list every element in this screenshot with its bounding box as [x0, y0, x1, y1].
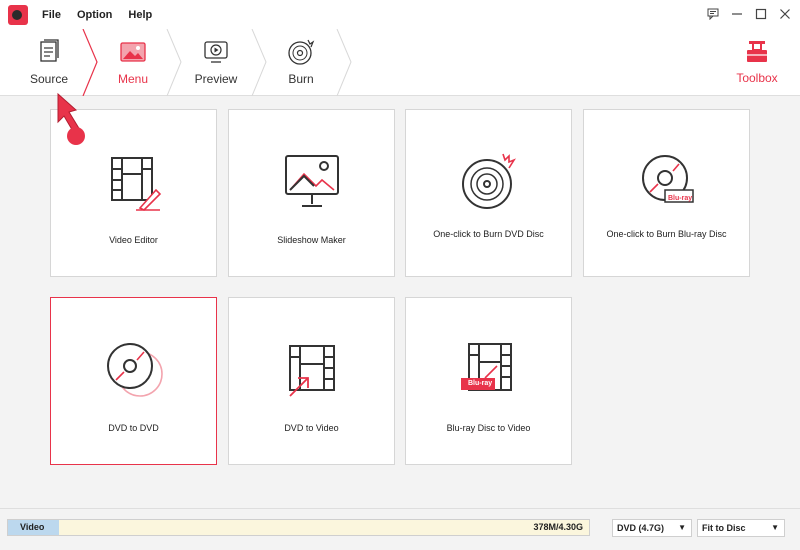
tile-label: One-click to Burn DVD Disc	[433, 229, 544, 239]
tile-label: Slideshow Maker	[277, 235, 346, 245]
tile-burn-bluray[interactable]: Blu-ray One-click to Burn Blu-ray Disc	[583, 109, 750, 277]
capacity-bar: Video 378M/4.30G	[7, 519, 590, 536]
step-burn[interactable]: Burn	[268, 29, 334, 96]
tile-label: One-click to Burn Blu-ray Disc	[606, 229, 727, 239]
bluray-to-video-icon	[460, 343, 512, 391]
status-bar: Video 378M/4.30G DVD (4.7G) ▼ Fit to Dis…	[0, 508, 800, 550]
step-burn-label: Burn	[288, 72, 314, 86]
fit-mode-value: Fit to Disc	[702, 523, 746, 533]
step-menu-label: Menu	[117, 72, 149, 86]
slideshow-icon	[284, 155, 339, 207]
step-source-label: Source	[29, 72, 69, 86]
menu-help[interactable]: Help	[128, 9, 152, 21]
disc-type-select[interactable]: DVD (4.7G) ▼	[612, 519, 692, 537]
burn-disc-icon	[288, 39, 315, 65]
toolbox-label: Toolbox	[736, 71, 778, 85]
capacity-label: Video	[20, 522, 45, 532]
bluray-badge: Blu-ray	[668, 195, 693, 202]
tile-burn-dvd[interactable]: One-click to Burn DVD Disc	[405, 109, 572, 277]
tile-dvd-to-video[interactable]: DVD to Video	[228, 297, 395, 465]
preview-icon	[204, 41, 228, 63]
document-icon	[40, 39, 59, 62]
chevron-down-icon: ▼	[771, 523, 779, 532]
burn-bluray-disc-icon	[641, 155, 694, 203]
maximize-icon[interactable]	[754, 7, 768, 21]
tile-dvd-to-dvd[interactable]: DVD to DVD	[50, 297, 217, 465]
window-controls	[706, 7, 792, 21]
step-preview-label: Preview	[194, 72, 238, 86]
capacity-used: 378M/4.30G	[533, 522, 583, 532]
step-menu[interactable]: Menu	[100, 29, 166, 96]
tile-bluray-to-video[interactable]: Blu-ray Blu-ray Disc to Video	[405, 297, 572, 465]
dvd-to-dvd-icon	[106, 343, 163, 397]
step-source[interactable]: Source	[14, 29, 84, 96]
video-editor-icon	[110, 157, 161, 211]
dvd-to-video-icon	[288, 345, 335, 397]
menu-file[interactable]: File	[42, 9, 61, 21]
burn-dvd-disc-icon	[461, 153, 516, 209]
chevron-down-icon: ▼	[678, 523, 686, 532]
tile-label: DVD to Video	[284, 423, 339, 433]
menu-template-icon	[120, 42, 146, 62]
fit-mode-select[interactable]: Fit to Disc ▼	[697, 519, 785, 537]
pointer-cursor-icon	[57, 92, 85, 145]
step-toolbar: Source Menu Preview Burn Toolbox	[0, 29, 800, 96]
tile-label: DVD to DVD	[108, 423, 159, 433]
feedback-icon[interactable]	[706, 7, 720, 21]
toolbox-icon	[747, 41, 767, 62]
title-bar: File Option Help	[0, 0, 800, 29]
tile-label: Video Editor	[109, 235, 158, 245]
toolbox-button[interactable]: Toolbox	[732, 29, 782, 96]
tile-slideshow-maker[interactable]: Slideshow Maker	[228, 109, 395, 277]
bluray-badge: Blu-ray	[468, 380, 493, 387]
app-logo	[8, 4, 28, 25]
disc-type-value: DVD (4.7G)	[617, 523, 665, 533]
step-preview[interactable]: Preview	[183, 29, 249, 96]
minimize-icon[interactable]	[730, 7, 744, 21]
tile-label: Blu-ray Disc to Video	[446, 423, 531, 433]
menu-option[interactable]: Option	[77, 9, 112, 21]
close-icon[interactable]	[778, 7, 792, 21]
